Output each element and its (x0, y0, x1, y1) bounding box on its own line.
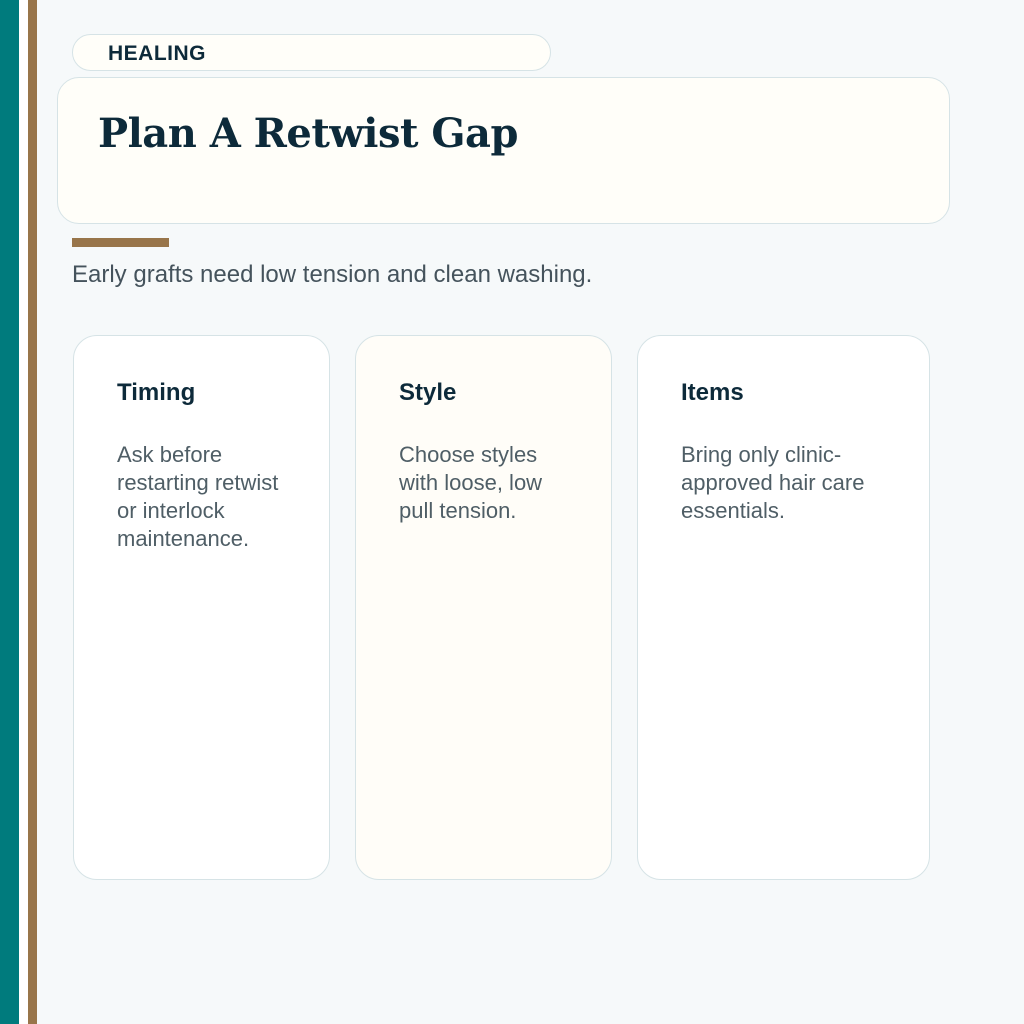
left-brown-stripe (28, 0, 37, 1024)
info-card-style: Style Choose styles with loose, low pull… (355, 335, 612, 880)
info-card-items: Items Bring only clinic-approved hair ca… (637, 335, 930, 880)
section-tag: HEALING (72, 34, 551, 71)
card-body: Ask before restarting retwist or interlo… (117, 442, 279, 551)
page-title: Plan A Retwist Gap (98, 110, 518, 157)
hero-card: Plan A Retwist Gap (57, 77, 950, 224)
card-title: Timing (117, 379, 196, 406)
card-body: Bring only clinic-approved hair care ess… (681, 442, 865, 523)
card-body: Choose styles with loose, low pull tensi… (399, 442, 543, 523)
accent-bar (72, 238, 169, 247)
info-card-timing: Timing Ask before restarting retwist or … (73, 335, 330, 880)
page-subtitle: Early grafts need low tension and clean … (72, 261, 593, 288)
left-teal-stripe (0, 0, 19, 1024)
card-title: Items (681, 379, 744, 406)
card-title: Style (399, 379, 457, 406)
section-tag-label: HEALING (108, 42, 206, 65)
left-stripe-gap (19, 0, 28, 1024)
